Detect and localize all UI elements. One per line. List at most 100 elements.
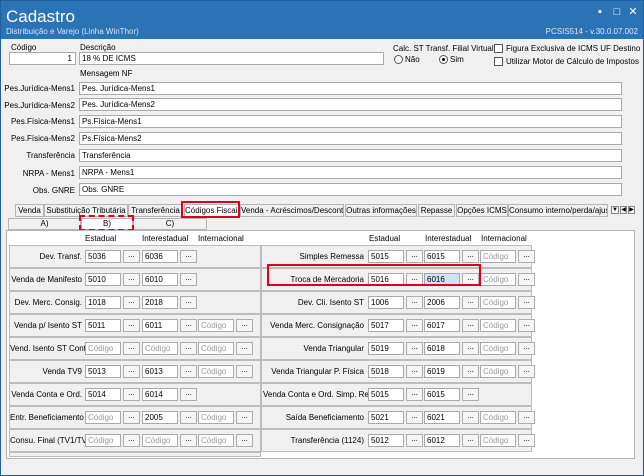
lookup-button[interactable]: ... bbox=[123, 365, 140, 378]
lookup-button[interactable]: ... bbox=[180, 296, 197, 309]
lookup-button[interactable]: ... bbox=[406, 319, 423, 332]
tab-repasse[interactable]: Repasse bbox=[418, 204, 455, 217]
interestadual-input[interactable]: 6015 bbox=[424, 250, 460, 263]
internacional-input[interactable]: Código bbox=[480, 365, 516, 378]
lookup-button[interactable]: ... bbox=[406, 434, 423, 447]
estadual-input[interactable]: Código bbox=[85, 434, 121, 447]
tab-opcoes-icms[interactable]: Opções ICMS bbox=[456, 204, 508, 217]
lookup-button[interactable]: ... bbox=[236, 319, 253, 332]
lookup-button[interactable]: ... bbox=[123, 273, 140, 286]
lookup-button[interactable]: ... bbox=[236, 411, 253, 424]
internacional-input[interactable]: Código bbox=[480, 434, 516, 447]
lookup-button[interactable]: ... bbox=[462, 250, 479, 263]
internacional-input[interactable]: Código bbox=[480, 342, 516, 355]
interestadual-input[interactable]: 6036 bbox=[142, 250, 178, 263]
estadual-input[interactable]: 5012 bbox=[368, 434, 404, 447]
lookup-button[interactable]: ... bbox=[518, 342, 535, 355]
close-icon[interactable]: ✕ bbox=[626, 6, 640, 18]
internacional-input[interactable]: Código bbox=[480, 250, 516, 263]
interestadual-input[interactable]: 2006 bbox=[424, 296, 460, 309]
lookup-button[interactable]: ... bbox=[406, 296, 423, 309]
subtab-c[interactable]: C) bbox=[133, 218, 207, 230]
internacional-input[interactable]: Código bbox=[480, 273, 516, 286]
lookup-button[interactable]: ... bbox=[462, 365, 479, 378]
lookup-button[interactable]: ... bbox=[180, 342, 197, 355]
interestadual-input[interactable]: 6021 bbox=[424, 411, 460, 424]
lookup-button[interactable]: ... bbox=[180, 411, 197, 424]
tab-dropdown-icon[interactable]: ▼ bbox=[611, 206, 619, 214]
estadual-input[interactable]: Código bbox=[85, 411, 121, 424]
lookup-button[interactable]: ... bbox=[123, 388, 140, 401]
descricao-input[interactable]: 18 % DE ICMS bbox=[79, 52, 384, 65]
tab-outras-informacoes[interactable]: Outras informações bbox=[345, 204, 417, 217]
internacional-input[interactable]: Código bbox=[480, 411, 516, 424]
lookup-button[interactable]: ... bbox=[462, 434, 479, 447]
lookup-button[interactable]: ... bbox=[462, 388, 479, 401]
msg-input[interactable]: Obs. GNRE bbox=[79, 183, 622, 196]
radio-nao[interactable] bbox=[394, 55, 403, 64]
restore-icon[interactable]: □ bbox=[610, 6, 624, 18]
msg-input[interactable]: Pes. Jurídica-Mens1 bbox=[79, 82, 622, 95]
tab-consumo-interno[interactable]: Consumo interno/perda/ajuste bbox=[508, 204, 608, 217]
interestadual-input[interactable]: 2005 bbox=[142, 411, 178, 424]
estadual-input[interactable]: 5036 bbox=[85, 250, 121, 263]
radio-sim[interactable] bbox=[439, 55, 448, 64]
interestadual-input[interactable]: 6011 bbox=[142, 319, 178, 332]
lookup-button[interactable]: ... bbox=[518, 319, 535, 332]
lookup-button[interactable]: ... bbox=[518, 296, 535, 309]
interestadual-input[interactable]: 6013 bbox=[142, 365, 178, 378]
lookup-button[interactable]: ... bbox=[180, 250, 197, 263]
checkbox-figura-exclusiva[interactable] bbox=[494, 44, 503, 53]
internacional-input[interactable]: Código bbox=[480, 296, 516, 309]
internacional-input[interactable]: Código bbox=[198, 342, 234, 355]
lookup-button[interactable]: ... bbox=[236, 434, 253, 447]
estadual-input[interactable]: 5018 bbox=[368, 365, 404, 378]
estadual-input[interactable]: 5011 bbox=[85, 319, 121, 332]
lookup-button[interactable]: ... bbox=[406, 365, 423, 378]
lookup-button[interactable]: ... bbox=[518, 365, 535, 378]
estadual-input[interactable]: 5010 bbox=[85, 273, 121, 286]
estadual-input[interactable]: 5013 bbox=[85, 365, 121, 378]
lookup-button[interactable]: ... bbox=[462, 296, 479, 309]
minimize-icon[interactable]: ▪ bbox=[593, 6, 607, 18]
tab-scroll-left-icon[interactable]: ◀ bbox=[620, 206, 627, 214]
lookup-button[interactable]: ... bbox=[180, 273, 197, 286]
interestadual-input[interactable]: Código bbox=[142, 434, 178, 447]
subtab-a[interactable]: A) bbox=[8, 218, 81, 230]
lookup-button[interactable]: ... bbox=[406, 342, 423, 355]
estadual-input[interactable]: 5021 bbox=[368, 411, 404, 424]
interestadual-input[interactable]: 6018 bbox=[424, 342, 460, 355]
interestadual-input[interactable]: 2018 bbox=[142, 296, 178, 309]
lookup-button[interactable]: ... bbox=[123, 434, 140, 447]
interestadual-input[interactable]: 6014 bbox=[142, 388, 178, 401]
lookup-button[interactable]: ... bbox=[180, 434, 197, 447]
estadual-input[interactable]: 5015 bbox=[368, 250, 404, 263]
lookup-button[interactable]: ... bbox=[518, 250, 535, 263]
lookup-button[interactable]: ... bbox=[123, 319, 140, 332]
msg-input[interactable]: Ps.Física-Mens1 bbox=[79, 115, 622, 128]
estadual-input[interactable]: 5017 bbox=[368, 319, 404, 332]
estadual-input[interactable]: Código bbox=[85, 342, 121, 355]
lookup-button[interactable]: ... bbox=[406, 411, 423, 424]
lookup-button[interactable]: ... bbox=[123, 411, 140, 424]
lookup-button[interactable]: ... bbox=[180, 365, 197, 378]
estadual-input[interactable]: 1006 bbox=[368, 296, 404, 309]
estadual-input[interactable]: 5014 bbox=[85, 388, 121, 401]
lookup-button[interactable]: ... bbox=[180, 388, 197, 401]
lookup-button[interactable]: ... bbox=[518, 434, 535, 447]
interestadual-input[interactable]: 6012 bbox=[424, 434, 460, 447]
lookup-button[interactable]: ... bbox=[518, 411, 535, 424]
internacional-input[interactable]: Código bbox=[198, 365, 234, 378]
tab-venda-acrescimos-descontos[interactable]: Venda - Acréscimos/Descontos bbox=[240, 204, 344, 217]
lookup-button[interactable]: ... bbox=[123, 342, 140, 355]
msg-input[interactable]: Pes. Jurídica-Mens2 bbox=[79, 98, 622, 111]
lookup-button[interactable]: ... bbox=[406, 388, 423, 401]
codigo-input[interactable]: 1 bbox=[9, 52, 76, 65]
interestadual-input[interactable]: Código bbox=[142, 342, 178, 355]
tab-transferencia[interactable]: Transferência bbox=[128, 204, 183, 217]
estadual-input[interactable]: 1018 bbox=[85, 296, 121, 309]
lookup-button[interactable]: ... bbox=[236, 365, 253, 378]
msg-input[interactable]: Ps.Física-Mens2 bbox=[79, 132, 622, 145]
estadual-input[interactable]: 5019 bbox=[368, 342, 404, 355]
internacional-input[interactable]: Código bbox=[480, 319, 516, 332]
